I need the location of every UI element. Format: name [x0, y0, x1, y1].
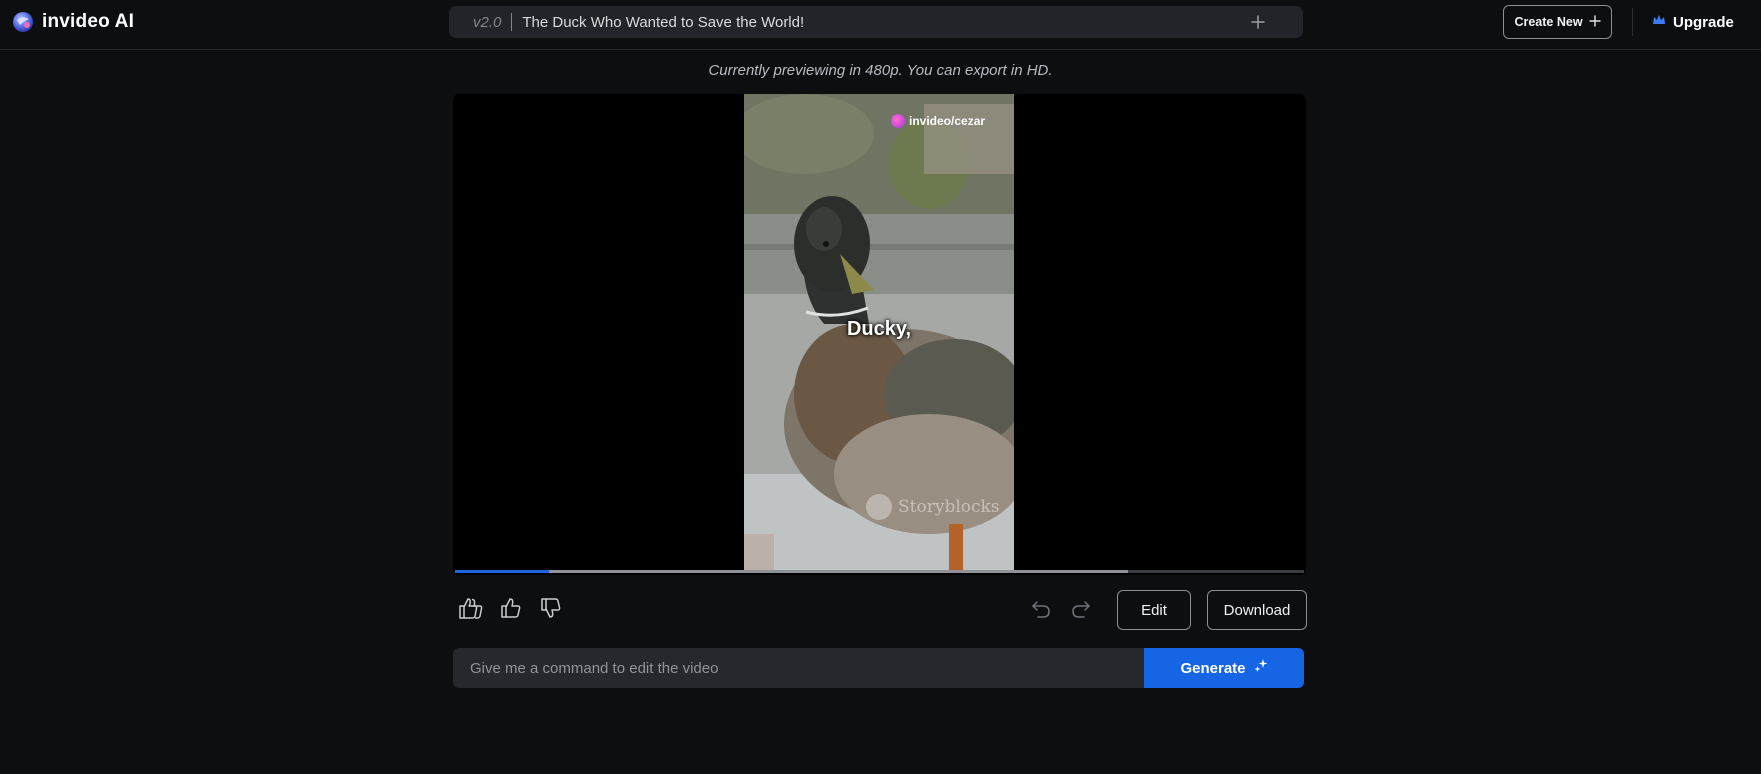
generate-button[interactable]: Generate — [1144, 648, 1304, 688]
app-logo[interactable]: invideo AI — [12, 9, 134, 35]
stock-watermark: Storyblocks — [866, 494, 1000, 520]
crown-icon — [1652, 13, 1666, 31]
edit-button[interactable]: Edit — [1117, 590, 1191, 630]
like-button[interactable] — [496, 594, 526, 624]
undo-button[interactable] — [1026, 594, 1056, 624]
app-name: invideo AI — [42, 11, 135, 32]
sparkle-icon — [1254, 659, 1268, 677]
plus-icon[interactable] — [1249, 13, 1267, 31]
upgrade-button[interactable]: Upgrade — [1652, 11, 1734, 33]
creator-watermark: invideo/cezar — [891, 114, 985, 128]
create-new-button[interactable]: Create New — [1503, 5, 1612, 39]
redo-button[interactable] — [1066, 594, 1096, 624]
storyblocks-logo-icon — [866, 494, 892, 520]
stock-watermark-text: Storyblocks — [898, 497, 1000, 517]
generate-label: Generate — [1180, 659, 1246, 677]
creator-avatar-icon — [891, 114, 905, 128]
love-it-button[interactable] — [457, 594, 487, 624]
project-title[interactable]: The Duck Who Wanted to Save the World! — [522, 14, 804, 31]
creator-handle: invideo/cezar — [909, 114, 986, 128]
command-input[interactable] — [453, 648, 1144, 688]
download-button[interactable]: Download — [1207, 590, 1307, 630]
thumbs-up-icon — [500, 597, 522, 622]
upgrade-label: Upgrade — [1673, 13, 1734, 31]
invideo-logo-icon — [12, 11, 34, 33]
video-frame: invideo/cezar Ducky, Storyblocks — [744, 94, 1014, 570]
preview-quality-notice: Currently previewing in 480p. You can ex… — [708, 62, 1053, 79]
create-new-label: Create New — [1514, 15, 1583, 29]
progress-buffered — [455, 570, 1129, 573]
top-header: invideo AI v2.0 The Duck Who Wanted to S… — [0, 0, 1761, 50]
video-caption: Ducky, — [846, 318, 912, 340]
undo-icon — [1030, 597, 1052, 622]
progress-played — [455, 570, 550, 573]
project-title-bar[interactable]: v2.0 The Duck Who Wanted to Save the Wor… — [449, 6, 1303, 38]
plus-icon — [1588, 14, 1601, 30]
thumbs-down-icon — [540, 597, 562, 622]
dislike-button[interactable] — [536, 594, 566, 624]
title-separator — [511, 13, 513, 31]
version-label: v2.0 — [473, 13, 502, 31]
redo-icon — [1070, 597, 1092, 622]
header-divider — [1632, 8, 1633, 36]
double-thumbs-up-icon — [458, 596, 486, 623]
video-progress-bar[interactable] — [455, 570, 1304, 573]
command-bar: Generate — [453, 648, 1304, 688]
video-player[interactable]: invideo/cezar Ducky, Storyblocks — [453, 94, 1306, 575]
